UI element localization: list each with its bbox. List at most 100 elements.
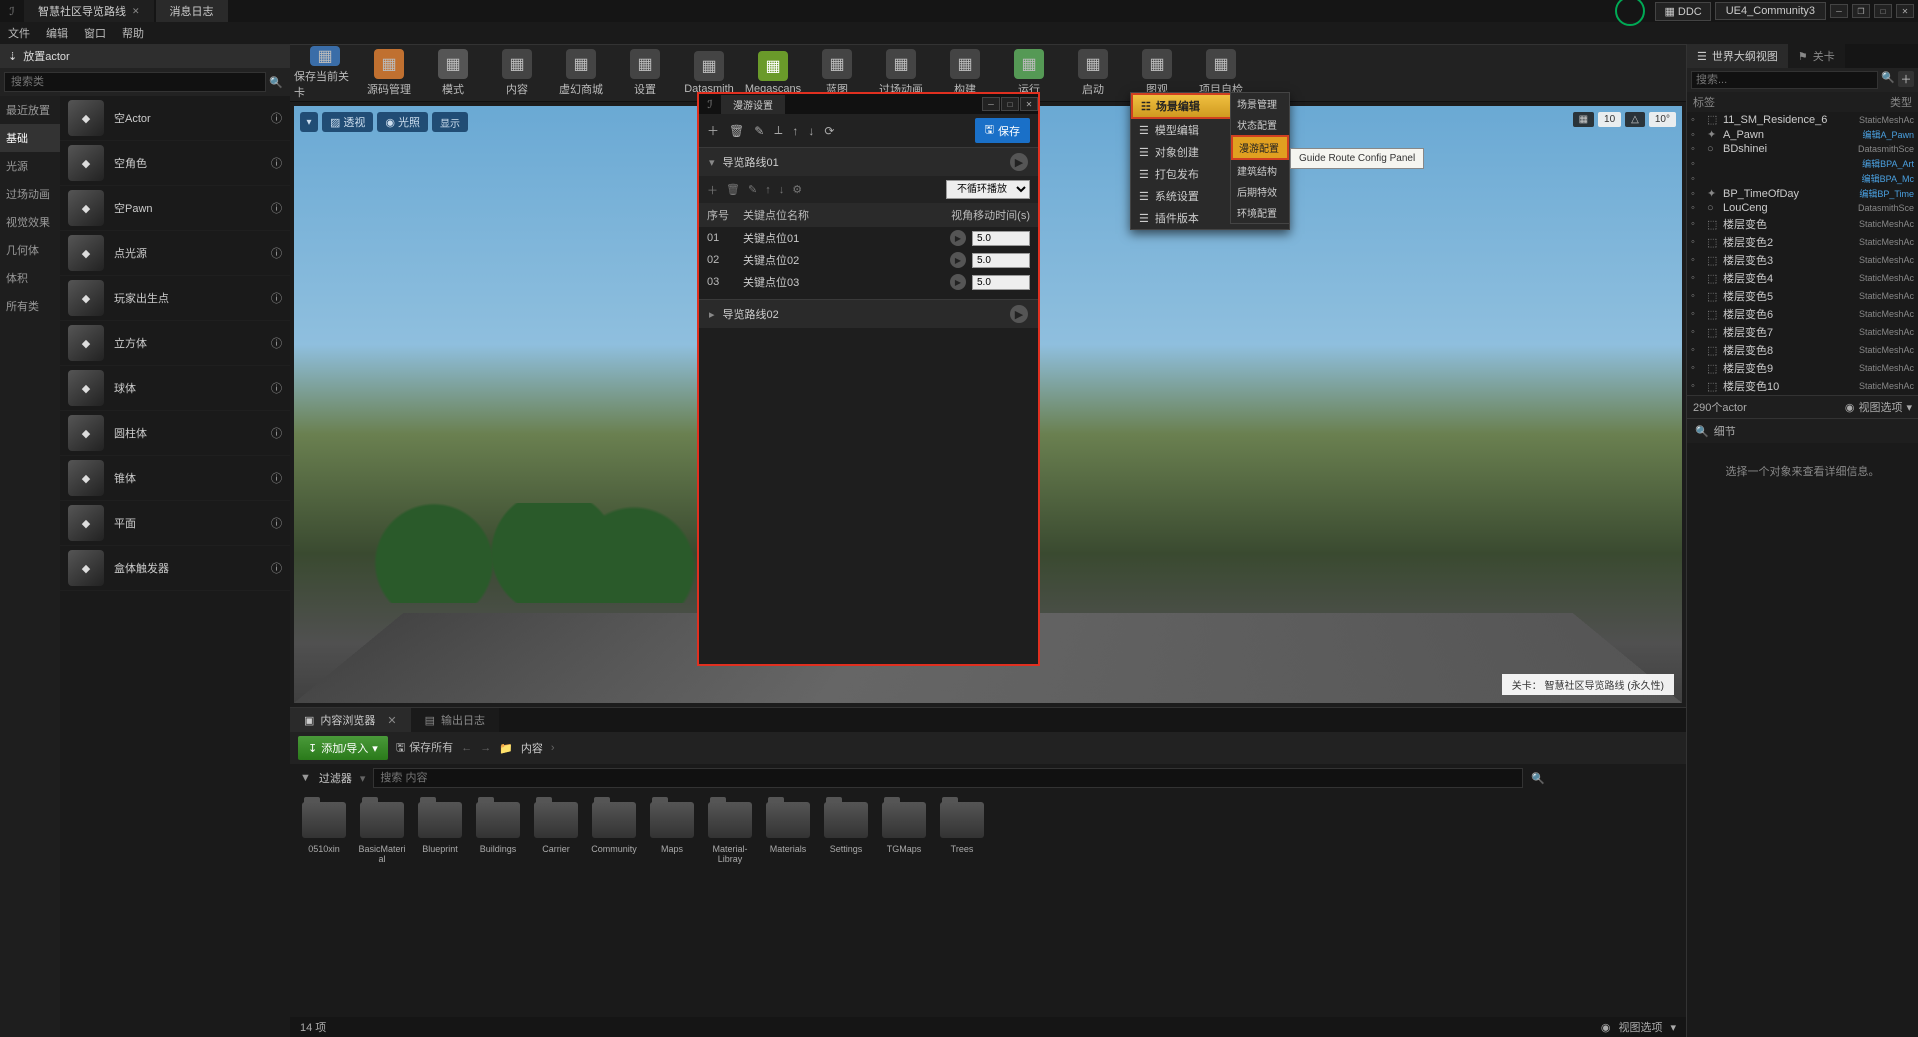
col-type[interactable]: 类型: [1890, 94, 1912, 110]
actor-item[interactable]: ◆平面ⓘ: [60, 501, 290, 546]
col-label[interactable]: 标签: [1693, 94, 1890, 110]
time-input[interactable]: [972, 275, 1030, 290]
folder-item[interactable]: Buildings: [474, 802, 522, 1007]
tab-content-browser[interactable]: ▣内容浏览器✕: [290, 708, 411, 732]
outliner-row[interactable]: ◦⬚楼层变色2StaticMeshAc: [1687, 233, 1918, 251]
eye-icon[interactable]: ◦: [1691, 344, 1703, 356]
outliner-row[interactable]: ◦⬚楼层变色10StaticMeshAc: [1687, 377, 1918, 395]
outliner-row[interactable]: ◦⬚11_SM_Residence_6StaticMeshAc: [1687, 112, 1918, 127]
close-icon[interactable]: ✕: [1020, 97, 1038, 111]
viewport-show[interactable]: 显示: [432, 112, 468, 132]
eye-icon[interactable]: ◦: [1691, 380, 1703, 392]
toolbar-button[interactable]: ▦保存当前关卡: [294, 46, 356, 100]
title-tab-level[interactable]: 智慧社区导览路线 ✕: [24, 0, 154, 22]
breadcrumb[interactable]: 内容: [521, 740, 543, 756]
eye-icon[interactable]: ◦: [1691, 202, 1703, 214]
eye-icon[interactable]: ◦: [1691, 173, 1703, 185]
play-icon[interactable]: ▶: [950, 252, 966, 268]
viewport-perspective[interactable]: ▨透视: [322, 112, 373, 132]
folder-item[interactable]: BasicMaterial: [358, 802, 406, 1007]
category-item[interactable]: 所有类: [0, 292, 60, 320]
eye-icon[interactable]: ◦: [1691, 129, 1703, 141]
eye-icon[interactable]: ◉: [1845, 401, 1855, 414]
folder-item[interactable]: 0510xin: [300, 802, 348, 1007]
actor-item[interactable]: ◆圆柱体ⓘ: [60, 411, 290, 456]
outliner-row[interactable]: ◦✦BP_TimeOfDay编辑BP_Time: [1687, 186, 1918, 201]
actor-item[interactable]: ◆空Actorⓘ: [60, 96, 290, 141]
viewport-lit[interactable]: ◉光照: [377, 112, 428, 132]
actor-item[interactable]: ◆玩家出生点ⓘ: [60, 276, 290, 321]
eye-icon[interactable]: ◦: [1691, 218, 1703, 230]
route-toolbar-icon[interactable]: ↓: [779, 184, 785, 196]
actor-item[interactable]: ◆球体ⓘ: [60, 366, 290, 411]
info-icon[interactable]: ⓘ: [271, 200, 282, 216]
info-icon[interactable]: ⓘ: [271, 380, 282, 396]
toolbar-button[interactable]: ▦启动: [1062, 46, 1124, 100]
route-toolbar-icon[interactable]: ⟳: [824, 124, 834, 138]
maximize-icon[interactable]: □: [1874, 4, 1892, 18]
eye-icon[interactable]: ◦: [1691, 308, 1703, 320]
route-toolbar-icon[interactable]: ＋: [707, 182, 718, 198]
outliner-row[interactable]: ◦⬚楼层变色7StaticMeshAc: [1687, 323, 1918, 341]
outliner-row[interactable]: ◦⬚楼层变色9StaticMeshAc: [1687, 359, 1918, 377]
scene-submenu-item[interactable]: 状态配置: [1231, 114, 1289, 135]
chevron-down-icon[interactable]: ▾: [1670, 1021, 1676, 1034]
menu-window[interactable]: 窗口: [84, 25, 106, 41]
search-icon[interactable]: 🔍: [1881, 71, 1895, 89]
eye-icon[interactable]: ◦: [1691, 362, 1703, 374]
category-item[interactable]: 光源: [0, 152, 60, 180]
eye-icon[interactable]: ◦: [1691, 188, 1703, 200]
place-actor-search[interactable]: [4, 72, 266, 92]
actor-item[interactable]: ◆盒体触发器ⓘ: [60, 546, 290, 591]
route-section-1[interactable]: ▾ 导览路线01 ▶: [699, 147, 1038, 176]
route-save-button[interactable]: 🖫保存: [975, 118, 1030, 143]
time-input[interactable]: [972, 231, 1030, 246]
toolbar-button[interactable]: ▦内容: [486, 46, 548, 100]
scene-submenu-item[interactable]: 场景管理: [1231, 93, 1289, 114]
outliner-row[interactable]: ◦○BDshineiDatasmithSce: [1687, 142, 1918, 156]
route-section-2[interactable]: ▸ 导览路线02 ▶: [699, 299, 1038, 328]
tab-world-outliner[interactable]: ☰世界大纲视图: [1687, 44, 1788, 68]
loop-select[interactable]: 不循环播放: [946, 180, 1030, 199]
search-icon[interactable]: 🔍: [266, 72, 286, 92]
outliner-row[interactable]: ◦编辑BPA_Art: [1687, 156, 1918, 171]
route-toolbar-icon[interactable]: 🗑: [729, 124, 744, 138]
category-item[interactable]: 体积: [0, 264, 60, 292]
category-item[interactable]: 几何体: [0, 236, 60, 264]
info-icon[interactable]: ⓘ: [271, 560, 282, 576]
time-input[interactable]: [972, 253, 1030, 268]
outliner-row[interactable]: ◦编辑BPA_Mc: [1687, 171, 1918, 186]
close-icon[interactable]: ✕: [1896, 4, 1914, 18]
category-item[interactable]: 基础: [0, 124, 60, 152]
outliner-row[interactable]: ◦⬚楼层变色4StaticMeshAc: [1687, 269, 1918, 287]
toolbar-button[interactable]: ▦模式: [422, 46, 484, 100]
view-options[interactable]: 视图选项: [1858, 399, 1902, 415]
actor-item[interactable]: ◆空Pawnⓘ: [60, 186, 290, 231]
route-window-title[interactable]: 漫游设置: [721, 95, 785, 114]
route-toolbar-icon[interactable]: ✎: [754, 124, 764, 138]
folder-item[interactable]: Settings: [822, 802, 870, 1007]
eye-icon[interactable]: ◦: [1691, 143, 1703, 155]
category-item[interactable]: 过场动画: [0, 180, 60, 208]
folder-item[interactable]: Carrier: [532, 802, 580, 1007]
scene-submenu-item[interactable]: 环境配置: [1231, 202, 1289, 223]
close-icon[interactable]: ✕: [387, 714, 396, 727]
route-toolbar-icon[interactable]: ↑: [792, 124, 798, 138]
eye-icon[interactable]: ◦: [1691, 326, 1703, 338]
folder-item[interactable]: TGMaps: [880, 802, 928, 1007]
tab-output-log[interactable]: ▤输出日志: [411, 708, 499, 732]
play-icon[interactable]: ▶: [950, 274, 966, 290]
menu-file[interactable]: 文件: [8, 25, 30, 41]
play-icon[interactable]: ▶: [1010, 305, 1028, 323]
angle-snap-value[interactable]: 10°: [1649, 112, 1676, 127]
chevron-down-icon[interactable]: ▾: [360, 772, 366, 785]
info-icon[interactable]: ⓘ: [271, 110, 282, 126]
minimize-icon[interactable]: ─: [982, 97, 1000, 111]
ddc-button[interactable]: ▦ DDC: [1655, 2, 1710, 21]
search-icon[interactable]: 🔍: [1531, 772, 1545, 785]
info-icon[interactable]: ⓘ: [271, 290, 282, 306]
grid-snap-icon[interactable]: ▦: [1573, 112, 1594, 127]
folder-item[interactable]: Community: [590, 802, 638, 1007]
eye-icon[interactable]: ◦: [1691, 272, 1703, 284]
folder-item[interactable]: Maps: [648, 802, 696, 1007]
